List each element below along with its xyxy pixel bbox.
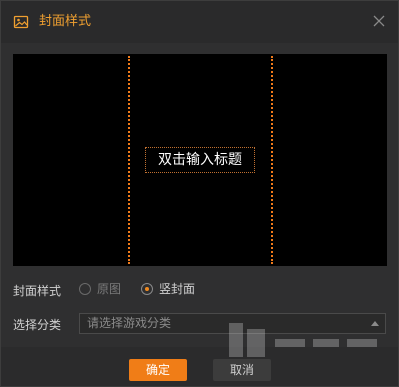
category-select[interactable]: 请选择游戏分类: [79, 313, 386, 334]
cancel-button[interactable]: 取消: [213, 359, 271, 381]
crop-guide-left: [128, 56, 130, 264]
caret-up-icon: [371, 321, 379, 326]
radio-vertical-cover[interactable]: 竖封面: [141, 280, 195, 297]
image-icon: [13, 15, 29, 29]
cover-style-label: 封面样式: [13, 284, 62, 298]
dialog-title: 封面样式: [39, 14, 92, 29]
radio-original-label: 原图: [97, 282, 122, 296]
cover-style-dialog: 封面样式 双击输入标题 封面样式 原图 竖封面 选择分类 请选择游戏分类 确定 …: [0, 0, 399, 387]
close-icon[interactable]: [372, 14, 386, 28]
radio-vertical-cover-label: 竖封面: [159, 282, 196, 296]
category-placeholder: 请选择游戏分类: [87, 316, 172, 330]
cover-title-input[interactable]: 双击输入标题: [145, 147, 255, 173]
cover-preview: 双击输入标题: [13, 54, 387, 266]
dialog-titlebar: 封面样式: [1, 1, 398, 43]
confirm-button[interactable]: 确定: [129, 359, 187, 381]
radio-circle: [79, 282, 91, 295]
radio-circle-selected: [141, 282, 153, 295]
dialog-footer: 确定 取消: [1, 347, 398, 386]
crop-guide-right: [271, 56, 273, 264]
category-label: 选择分类: [13, 318, 62, 332]
radio-original[interactable]: 原图: [79, 280, 121, 297]
